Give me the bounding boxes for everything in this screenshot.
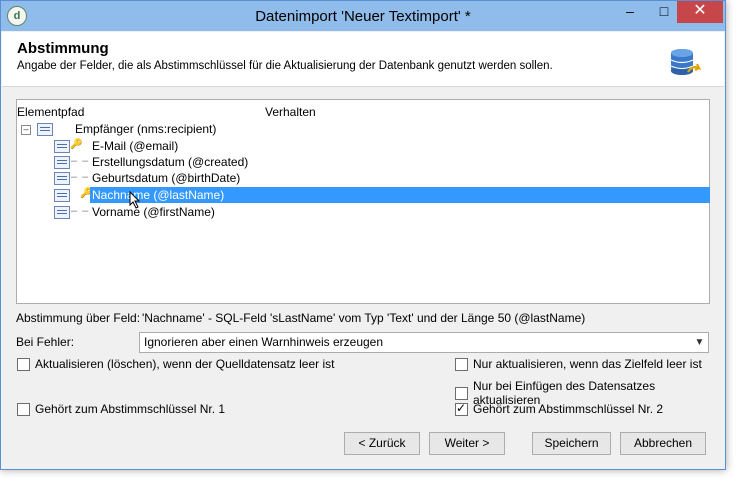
close-button[interactable]: ✕ [677,1,723,23]
list-icon [54,189,70,202]
on-error-select[interactable]: Ignorieren aber einen Warnhinweis erzeug… [139,332,709,353]
only-if-empty-checkbox[interactable]: Nur aktualisieren, wenn das Zielfeld lee… [455,357,702,371]
list-icon [54,140,70,153]
checkbox-box[interactable] [17,357,30,371]
step-subtitle: Angabe der Felder, die als Abstimmschlüs… [17,60,553,72]
tree-connector: – – [71,171,90,183]
checkbox-label: Gehört zum Abstimmschlüssel Nr. 2 [473,402,664,416]
database-sync-icon [670,49,702,75]
field-tree[interactable]: Elementpfad Verhalten – Empfänger (nms:r… [16,99,710,304]
maximize-button[interactable]: □ [647,1,681,23]
dialog-window: d Datenimport 'Neuer Textimport' * – □ ✕… [0,0,726,470]
chevron-down-icon[interactable]: ▼ [691,333,708,352]
cancel-button[interactable]: Abbrechen [620,432,706,455]
key-2-checkbox[interactable]: Gehört zum Abstimmschlüssel Nr. 2 [455,401,664,416]
list-icon [54,156,70,169]
minimize-button[interactable]: – [613,1,647,23]
list-icon [54,206,70,219]
key-1-checkbox[interactable]: Gehört zum Abstimmschlüssel Nr. 1 [17,402,225,416]
back-button[interactable]: < Zurück [344,432,420,455]
tree-connector: – – [71,155,90,167]
key-icon: 🔑 [70,139,83,150]
save-button[interactable]: Speichern [532,432,611,455]
checkbox-label: Aktualisieren (löschen), wenn der Quelld… [35,357,335,371]
column-header-elementpfad[interactable]: Elementpfad [17,105,84,119]
tree-item-created[interactable]: Erstellungsdatum (@created) [92,154,248,170]
checkbox-box-checked[interactable] [455,401,468,416]
tree-root-recipient[interactable]: Empfänger (nms:recipient) [75,121,216,137]
tree-item-email[interactable]: E-Mail (@email) [92,138,178,154]
collapse-toggle[interactable]: – [21,125,31,135]
tree-item-firstname[interactable]: Vorname (@firstName) [92,204,215,220]
checkbox-box[interactable] [455,357,468,371]
reconciliation-field-value: 'Nachname' - SQL-Feld 'sLastName' vom Ty… [142,311,586,325]
column-header-verhalten[interactable]: Verhalten [265,105,316,119]
on-error-value: Ignorieren aber einen Warnhinweis erzeug… [144,335,384,349]
step-title: Abstimmung [17,40,109,57]
update-delete-checkbox[interactable]: Aktualisieren (löschen), wenn der Quelld… [17,357,334,371]
checkbox-label: Nur aktualisieren, wenn das Zielfeld lee… [473,357,702,371]
tree-item-birthdate[interactable]: Geburtsdatum (@birthDate) [92,170,240,186]
next-button[interactable]: Weiter > [429,432,505,455]
on-error-label: Bei Fehler: [16,335,75,349]
step-header: Abstimmung Angabe der Felder, die als Ab… [2,32,724,87]
checkbox-box[interactable] [455,386,468,400]
tree-item-lastname-selected[interactable]: Nachname (@lastName) [90,187,710,203]
tree-connector: – – [71,205,90,217]
mouse-cursor-icon [129,191,141,209]
list-icon [54,172,70,185]
reconciliation-field-label: Abstimmung über Feld: [16,311,141,325]
list-icon [37,123,53,136]
checkbox-label: Gehört zum Abstimmschlüssel Nr. 1 [35,402,226,416]
title-bar[interactable]: d Datenimport 'Neuer Textimport' * – □ ✕ [1,1,725,31]
checkbox-box[interactable] [17,402,30,416]
